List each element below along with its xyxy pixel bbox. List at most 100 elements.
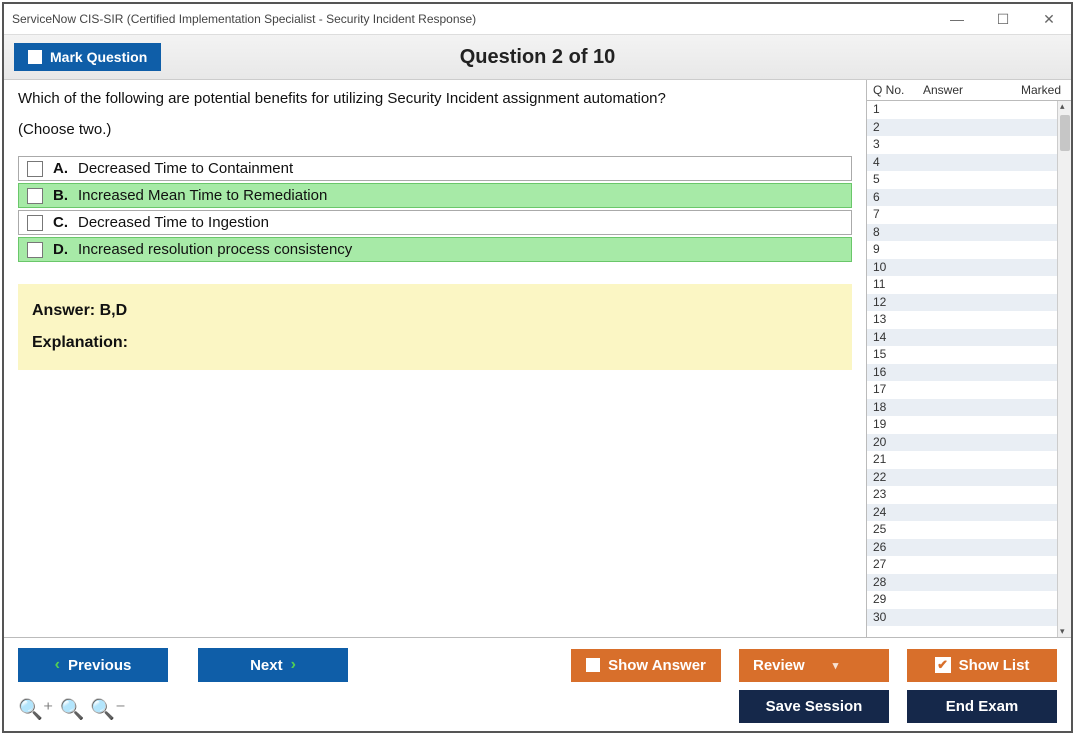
util-row: 🔍⁺ 🔍 🔍⁻ Save Session End Exam bbox=[18, 690, 1057, 723]
list-row[interactable]: 28 bbox=[867, 574, 1057, 592]
list-row[interactable]: 30 bbox=[867, 609, 1057, 627]
checkbox-icon bbox=[586, 658, 600, 672]
list-row[interactable]: 23 bbox=[867, 486, 1057, 504]
footer: ‹ Previous Next › Show Answer Review ✔ S… bbox=[4, 637, 1071, 731]
list-row[interactable]: 17 bbox=[867, 381, 1057, 399]
choice-text: Increased Mean Time to Remediation bbox=[78, 187, 327, 204]
list-header: Q No. Answer Marked bbox=[867, 80, 1071, 101]
question-subtext: (Choose two.) bbox=[18, 121, 852, 138]
save-label: Save Session bbox=[766, 698, 863, 715]
checkbox-icon[interactable] bbox=[27, 215, 43, 231]
explanation-label: Explanation: bbox=[32, 334, 838, 352]
nav-row: ‹ Previous Next › Show Answer Review ✔ S… bbox=[18, 648, 1057, 682]
list-row[interactable]: 14 bbox=[867, 329, 1057, 347]
choice-text: Increased resolution process consistency bbox=[78, 241, 352, 258]
show-list-button[interactable]: ✔ Show List bbox=[907, 649, 1057, 682]
col-qno: Q No. bbox=[867, 80, 917, 100]
question-text: Which of the following are potential ben… bbox=[18, 90, 852, 107]
list-row[interactable]: 16 bbox=[867, 364, 1057, 382]
list-row[interactable]: 1 bbox=[867, 101, 1057, 119]
choice-D[interactable]: D. Increased resolution process consiste… bbox=[18, 237, 852, 262]
list-row[interactable]: 5 bbox=[867, 171, 1057, 189]
list-row[interactable]: 20 bbox=[867, 434, 1057, 452]
col-marked: Marked bbox=[1011, 80, 1071, 100]
checkbox-icon bbox=[28, 50, 42, 64]
question-heading: Question 2 of 10 bbox=[4, 46, 1071, 69]
list-body: 1234567891011121314151617181920212223242… bbox=[867, 101, 1071, 637]
end-exam-button[interactable]: End Exam bbox=[907, 690, 1057, 723]
scroll-thumb[interactable] bbox=[1060, 115, 1070, 151]
choice-text: Decreased Time to Containment bbox=[78, 160, 293, 177]
window-controls: — ☐ ✕ bbox=[943, 11, 1063, 28]
choice-text: Decreased Time to Ingestion bbox=[78, 214, 269, 231]
list-row[interactable]: 29 bbox=[867, 591, 1057, 609]
show-answer-button[interactable]: Show Answer bbox=[571, 649, 721, 682]
question-list-pane: Q No. Answer Marked 12345678910111213141… bbox=[866, 80, 1071, 637]
list-row[interactable]: 22 bbox=[867, 469, 1057, 487]
list-row[interactable]: 24 bbox=[867, 504, 1057, 522]
mark-question-button[interactable]: Mark Question bbox=[14, 43, 161, 71]
body: Which of the following are potential ben… bbox=[4, 80, 1071, 637]
minimize-icon[interactable]: — bbox=[943, 11, 971, 28]
list-row[interactable]: 21 bbox=[867, 451, 1057, 469]
choice-letter: D. bbox=[53, 241, 68, 258]
header-bar: Mark Question Question 2 of 10 bbox=[4, 34, 1071, 80]
list-row[interactable]: 25 bbox=[867, 521, 1057, 539]
review-label: Review bbox=[753, 657, 805, 674]
next-label: Next bbox=[250, 657, 283, 674]
end-label: End Exam bbox=[946, 698, 1019, 715]
list-rows[interactable]: 1234567891011121314151617181920212223242… bbox=[867, 101, 1057, 637]
choice-letter: C. bbox=[53, 214, 68, 231]
list-row[interactable]: 10 bbox=[867, 259, 1057, 277]
list-row[interactable]: 15 bbox=[867, 346, 1057, 364]
checkbox-icon[interactable] bbox=[27, 242, 43, 258]
list-row[interactable]: 7 bbox=[867, 206, 1057, 224]
previous-label: Previous bbox=[68, 657, 131, 674]
answer-line: Answer: B,D bbox=[32, 302, 838, 320]
list-row[interactable]: 2 bbox=[867, 119, 1057, 137]
checkbox-icon[interactable] bbox=[27, 188, 43, 204]
choice-letter: B. bbox=[53, 187, 68, 204]
show-list-label: Show List bbox=[959, 657, 1030, 674]
choice-A[interactable]: A. Decreased Time to Containment bbox=[18, 156, 852, 181]
window-title: ServiceNow CIS-SIR (Certified Implementa… bbox=[12, 12, 476, 26]
checkbox-icon[interactable] bbox=[27, 161, 43, 177]
choice-C[interactable]: C. Decreased Time to Ingestion bbox=[18, 210, 852, 235]
zoom-controls: 🔍⁺ 🔍 🔍⁻ bbox=[18, 691, 126, 722]
list-row[interactable]: 3 bbox=[867, 136, 1057, 154]
save-session-button[interactable]: Save Session bbox=[739, 690, 889, 723]
chevron-right-icon: › bbox=[291, 656, 296, 674]
close-icon[interactable]: ✕ bbox=[1035, 11, 1063, 28]
list-row[interactable]: 4 bbox=[867, 154, 1057, 172]
zoom-out-icon[interactable]: 🔍⁻ bbox=[90, 697, 125, 722]
list-row[interactable]: 9 bbox=[867, 241, 1057, 259]
choice-B[interactable]: B. Increased Mean Time to Remediation bbox=[18, 183, 852, 208]
col-answer: Answer bbox=[917, 80, 1011, 100]
choice-letter: A. bbox=[53, 160, 68, 177]
chevron-left-icon: ‹ bbox=[55, 656, 60, 674]
list-row[interactable]: 8 bbox=[867, 224, 1057, 242]
app-window: ServiceNow CIS-SIR (Certified Implementa… bbox=[2, 2, 1073, 733]
titlebar: ServiceNow CIS-SIR (Certified Implementa… bbox=[4, 4, 1071, 34]
zoom-in-icon[interactable]: 🔍⁺ bbox=[18, 697, 53, 722]
list-row[interactable]: 27 bbox=[867, 556, 1057, 574]
choices-container: A. Decreased Time to Containment B. Incr… bbox=[18, 156, 852, 262]
list-row[interactable]: 19 bbox=[867, 416, 1057, 434]
list-row[interactable]: 13 bbox=[867, 311, 1057, 329]
answer-box: Answer: B,D Explanation: bbox=[18, 284, 852, 370]
mark-label: Mark Question bbox=[50, 49, 147, 65]
scrollbar[interactable] bbox=[1057, 101, 1071, 637]
question-pane: Which of the following are potential ben… bbox=[4, 80, 866, 637]
list-row[interactable]: 26 bbox=[867, 539, 1057, 557]
zoom-reset-icon[interactable]: 🔍 bbox=[59, 697, 84, 722]
previous-button[interactable]: ‹ Previous bbox=[18, 648, 168, 682]
show-answer-label: Show Answer bbox=[608, 657, 706, 674]
list-row[interactable]: 6 bbox=[867, 189, 1057, 207]
list-row[interactable]: 11 bbox=[867, 276, 1057, 294]
review-dropdown[interactable]: Review bbox=[739, 649, 889, 682]
list-row[interactable]: 18 bbox=[867, 399, 1057, 417]
checked-icon: ✔ bbox=[935, 657, 951, 673]
maximize-icon[interactable]: ☐ bbox=[989, 11, 1017, 28]
list-row[interactable]: 12 bbox=[867, 294, 1057, 312]
next-button[interactable]: Next › bbox=[198, 648, 348, 682]
